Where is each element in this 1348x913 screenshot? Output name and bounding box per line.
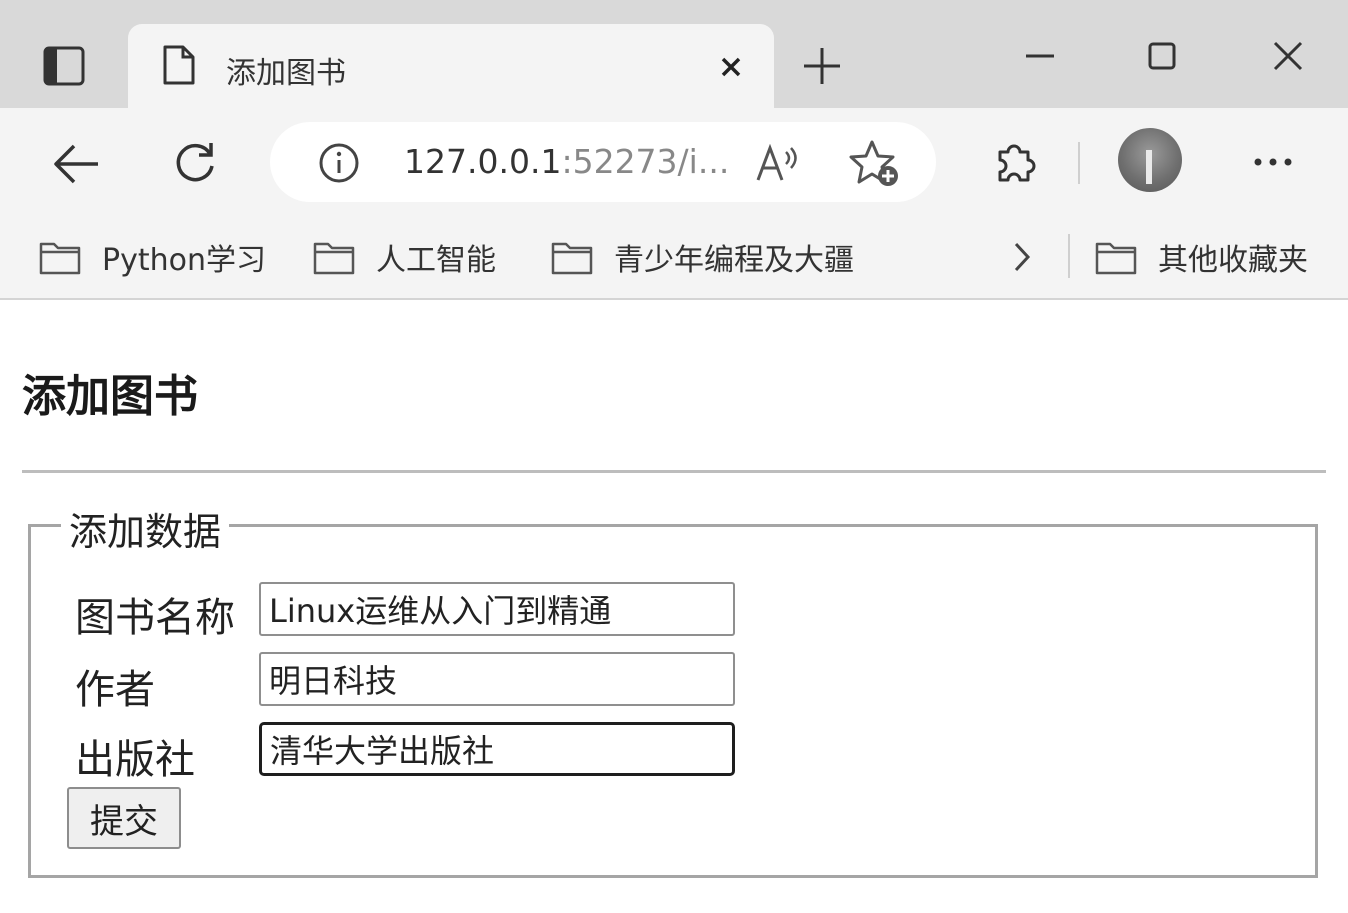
publisher-input[interactable] [259, 722, 735, 776]
new-tab-icon[interactable] [800, 44, 844, 88]
toolbar-divider [1078, 142, 1080, 184]
tab-title: 添加图书 [226, 56, 346, 91]
tab-strip: 添加图书 [0, 0, 1348, 108]
author-input[interactable] [259, 652, 735, 706]
publisher-label: 出版社 [75, 737, 195, 783]
url-text[interactable]: 127.0.0.1:52273/i... [404, 142, 729, 181]
other-favorites[interactable]: 其他收藏夹 [1094, 232, 1308, 282]
fieldset-legend: 添加数据 [61, 501, 230, 556]
book-name-label: 图书名称 [75, 595, 235, 641]
folder-icon [550, 238, 594, 276]
page-heading: 添加图书 [22, 371, 198, 422]
book-name-input[interactable] [259, 582, 735, 636]
favorite-python[interactable]: Python学习 [38, 232, 266, 282]
read-aloud-icon[interactable] [754, 144, 802, 184]
author-label: 作者 [75, 667, 155, 713]
chevron-right-icon[interactable] [1004, 232, 1040, 282]
browser-toolbar: 127.0.0.1:52273/i... [0, 108, 1348, 216]
horizontal-rule [22, 470, 1326, 473]
extensions-icon[interactable] [990, 138, 1038, 186]
window-close-icon[interactable] [1268, 36, 1308, 76]
page-content: 添加图书 添加数据 图书名称 作者 出版社 提交 [0, 302, 1348, 913]
folder-icon [38, 238, 82, 276]
page-icon [162, 44, 196, 86]
submit-button[interactable]: 提交 [67, 787, 181, 849]
tab-actions-icon[interactable] [40, 44, 88, 88]
add-favorite-icon[interactable] [848, 138, 902, 190]
tab-active[interactable]: 添加图书 [128, 24, 774, 108]
address-bar[interactable]: 127.0.0.1:52273/i... [270, 122, 936, 202]
favorite-youth-coding[interactable]: 青少年编程及大疆 [550, 232, 854, 282]
reload-icon[interactable] [170, 138, 220, 188]
maximize-icon[interactable] [1142, 36, 1182, 76]
favorites-bar: Python学习 人工智能 青少年编程及大疆 其他收藏夹 [0, 216, 1348, 300]
minimize-icon[interactable] [1020, 36, 1060, 76]
site-info-icon[interactable] [318, 142, 360, 184]
tab-close-icon[interactable] [712, 48, 750, 86]
favorite-ai[interactable]: 人工智能 [312, 232, 496, 282]
folder-icon [1094, 238, 1138, 276]
profile-avatar[interactable] [1118, 128, 1182, 192]
favorite-label: 人工智能 [376, 243, 496, 278]
back-arrow-icon[interactable] [50, 140, 102, 188]
url-host: 127.0.0.1 [404, 142, 562, 181]
more-options-icon[interactable] [1250, 142, 1296, 182]
add-data-fieldset: 添加数据 图书名称 作者 出版社 提交 [28, 501, 1318, 878]
other-favorites-label: 其他收藏夹 [1158, 243, 1308, 278]
favorite-label: Python学习 [102, 243, 266, 278]
url-path: :52273/i... [561, 142, 730, 181]
favorite-label: 青少年编程及大疆 [614, 243, 854, 278]
folder-icon [312, 238, 356, 276]
favorites-divider [1068, 234, 1070, 278]
